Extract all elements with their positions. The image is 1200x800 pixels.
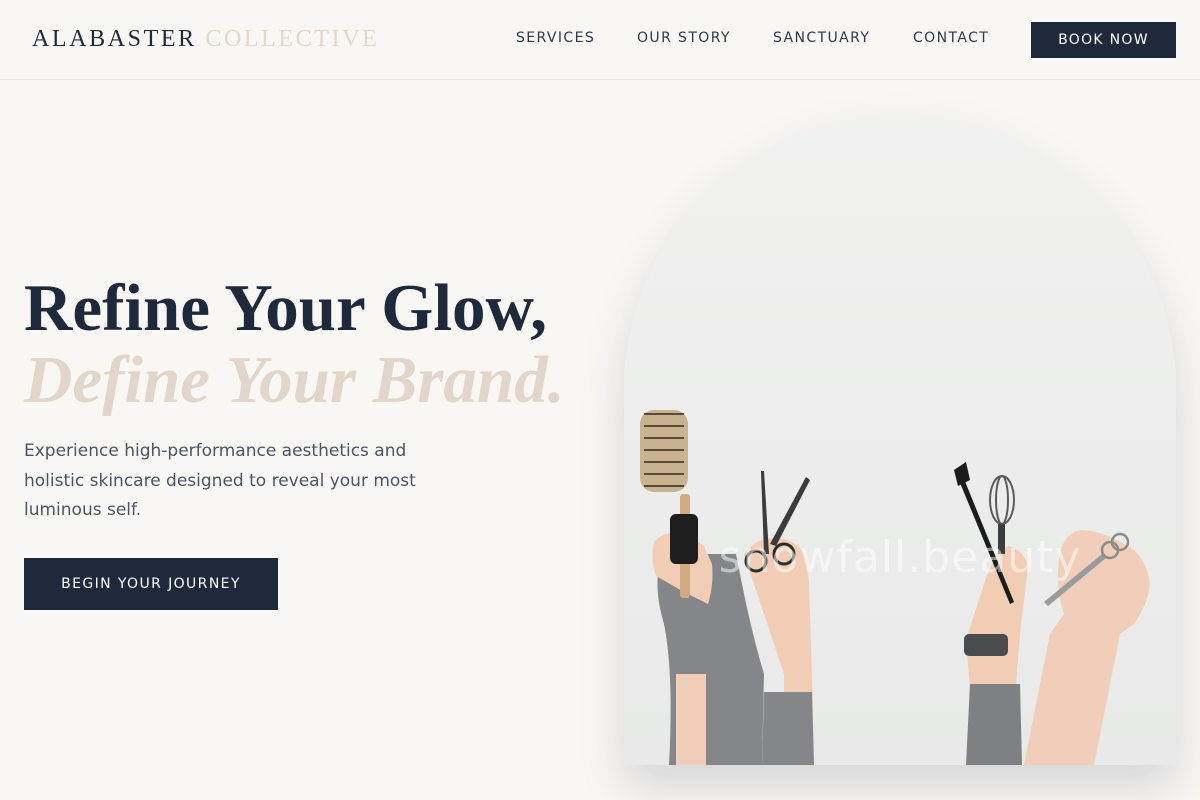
site-header: ALABASTER COLLECTIVE SERVICES OUR STORY … [0,0,1200,80]
hero-description: Experience high-performance aesthetics a… [24,441,416,520]
begin-journey-button[interactable]: BEGIN YOUR JOURNEY [24,558,278,610]
hero-image: snowfall.beauty [624,114,1176,765]
nav-link-contact[interactable]: CONTACT [913,29,989,47]
hero-photo-illustration [640,410,1150,765]
logo-word-secondary: COLLECTIVE [205,26,380,52]
logo-word-primary: ALABASTER [32,26,197,52]
nav-link-our-story[interactable]: OUR STORY [637,29,731,47]
nav-link-sanctuary[interactable]: SANCTUARY [773,29,870,47]
nav-link-services[interactable]: SERVICES [516,29,595,47]
hero-subheadline: Define Your Brand. [24,343,565,417]
hero-headline: Refine Your Glow, [24,271,547,345]
image-watermark: snowfall.beauty [718,532,1082,583]
brand-logo[interactable]: ALABASTER COLLECTIVE [32,24,379,54]
book-now-button[interactable]: BOOK NOW [1031,22,1176,58]
